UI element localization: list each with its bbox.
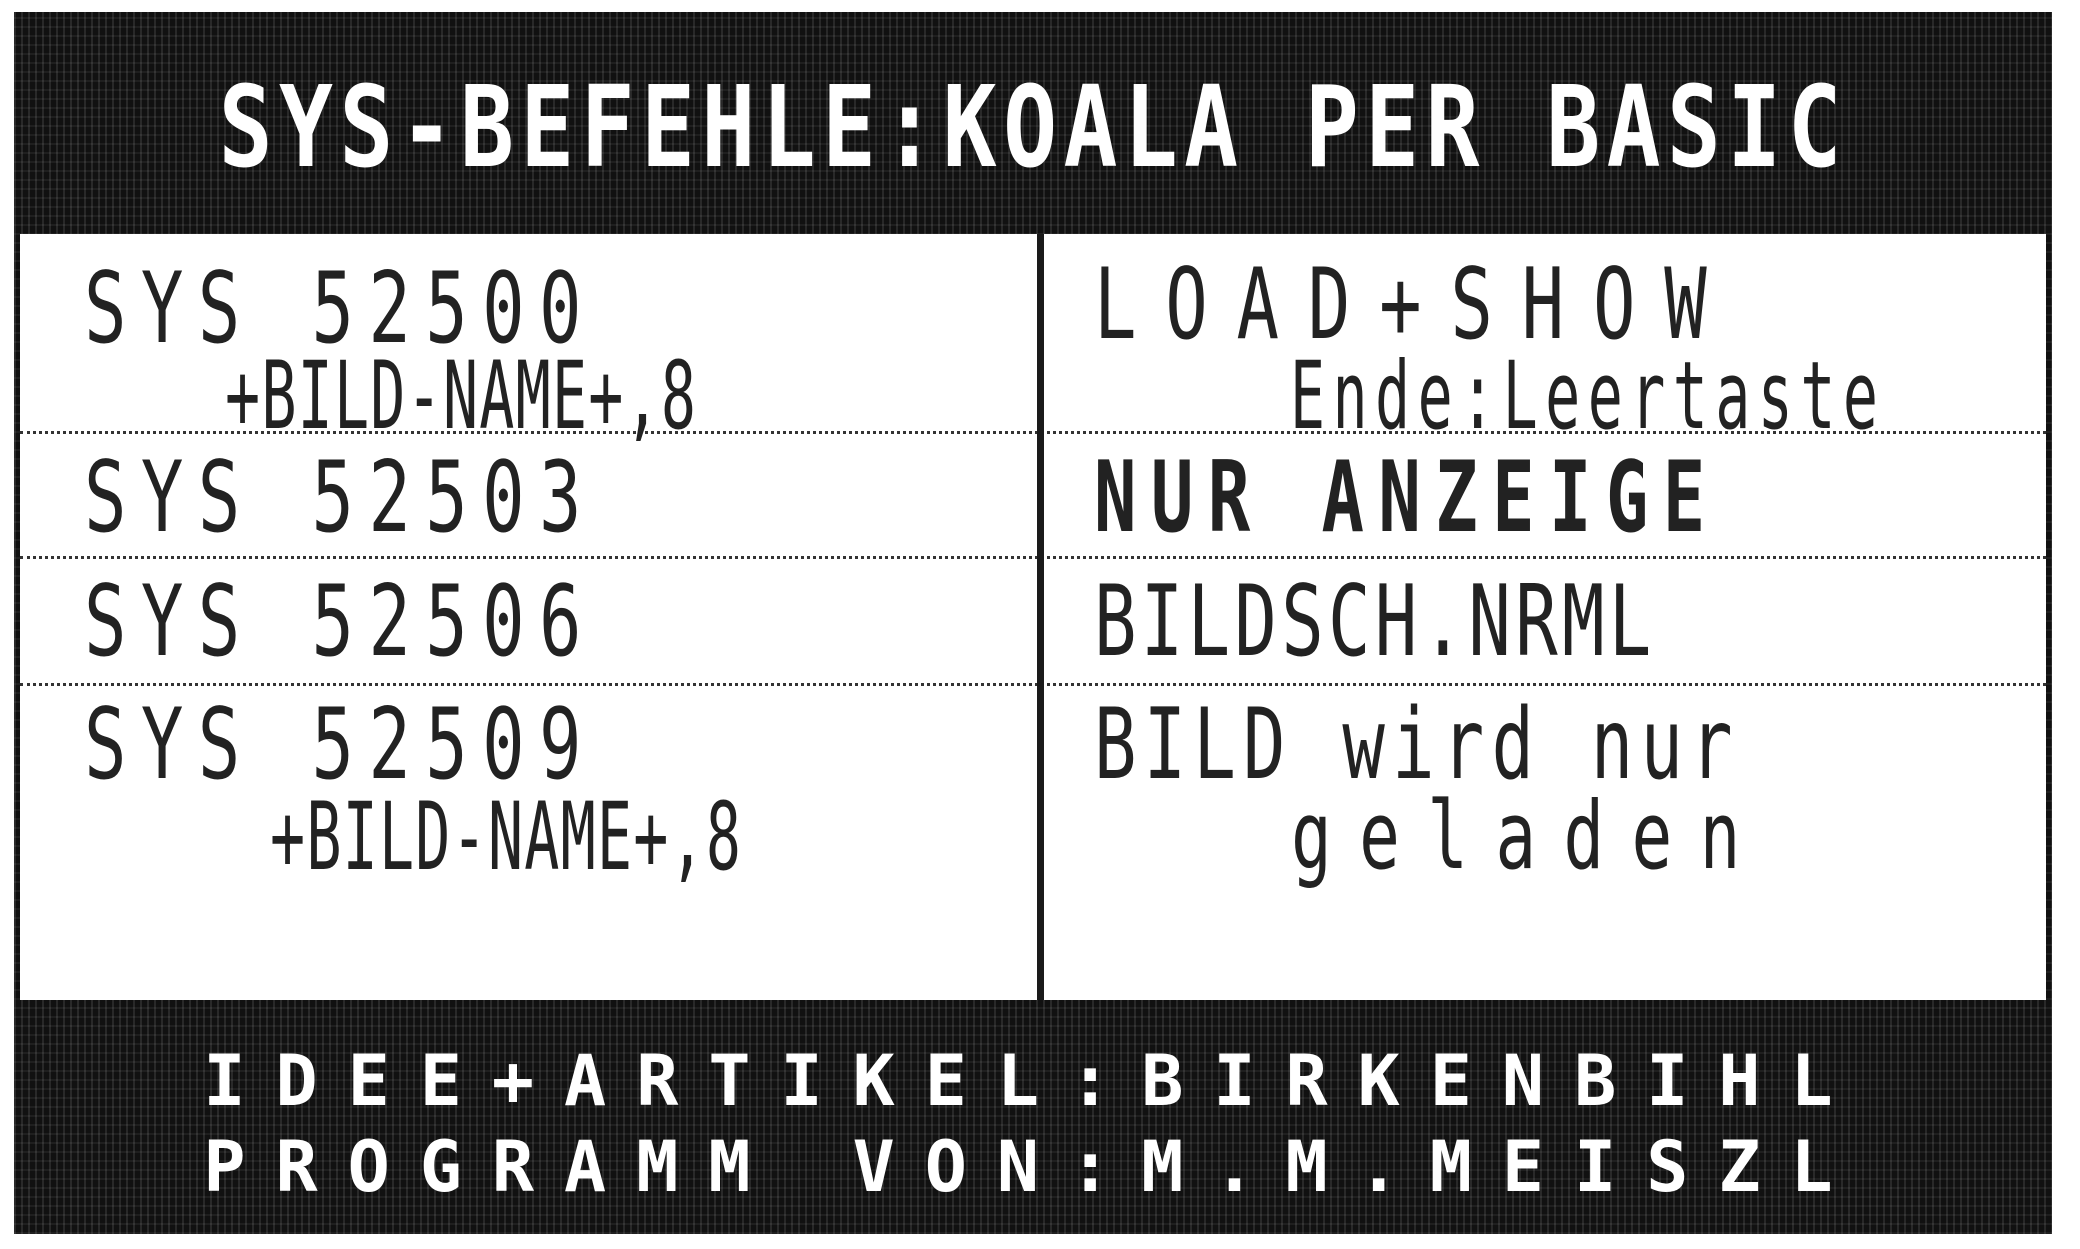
command-cell: SYS 52509 +BILD-NAME+,8	[20, 686, 1038, 1000]
command-argument: +BILD-NAME+,8	[225, 342, 698, 451]
table-row: SYS 52506 BILDSCH.NRML	[20, 559, 2046, 686]
description-cell: BILD wird nur geladen	[1044, 686, 2046, 1000]
command-argument: +BILD-NAME+,8	[270, 783, 743, 892]
command-cell: SYS 52503	[20, 434, 1038, 556]
table-row: SYS 52509 +BILD-NAME+,8 BILD wird nur ge…	[20, 686, 2046, 1000]
document-frame: SYS-BEFEHLE:KOALA PER BASIC SYS 52500 +B…	[14, 12, 2052, 1234]
title-banner: SYS-BEFEHLE:KOALA PER BASIC	[14, 12, 2052, 234]
description-text: LOAD+SHOW	[1094, 248, 1736, 362]
description-text: BILD wird nur	[1094, 688, 1740, 802]
page-title: SYS-BEFEHLE:KOALA PER BASIC	[218, 63, 1848, 193]
description-cell: LOAD+SHOW Ende:Leertaste	[1044, 234, 2046, 444]
credits-program-line: PROGRAMM VON:M.M.MEISZL	[203, 1126, 1863, 1208]
table-row: SYS 52503 NUR ANZEIGE	[20, 434, 2046, 559]
command-cell: SYS 52500 +BILD-NAME+,8	[20, 234, 1038, 444]
column-divider	[1037, 234, 1044, 1000]
table-row: SYS 52500 +BILD-NAME+,8 LOAD+SHOW Ende:L…	[20, 234, 2046, 444]
sys-command: SYS 52506	[84, 565, 596, 679]
description-cell: NUR ANZEIGE	[1044, 434, 2046, 556]
credits-idea-line: IDEE+ARTIKEL:BIRKENBIHL	[203, 1040, 1863, 1122]
description-note: Ende:Leertaste	[1290, 342, 1886, 451]
description-text: BILDSCH.NRML	[1094, 565, 1656, 679]
command-table: SYS 52500 +BILD-NAME+,8 LOAD+SHOW Ende:L…	[20, 234, 2046, 1000]
description-note: geladen	[1291, 782, 1768, 891]
credits-banner: IDEE+ARTIKEL:BIRKENBIHL PROGRAMM VON:M.M…	[14, 1000, 2052, 1234]
command-cell: SYS 52506	[20, 559, 1038, 683]
description-text: NUR ANZEIGE	[1094, 441, 1720, 555]
description-cell: BILDSCH.NRML	[1044, 559, 2046, 683]
sys-command: SYS 52509	[84, 688, 596, 802]
sys-command: SYS 52503	[84, 441, 596, 555]
